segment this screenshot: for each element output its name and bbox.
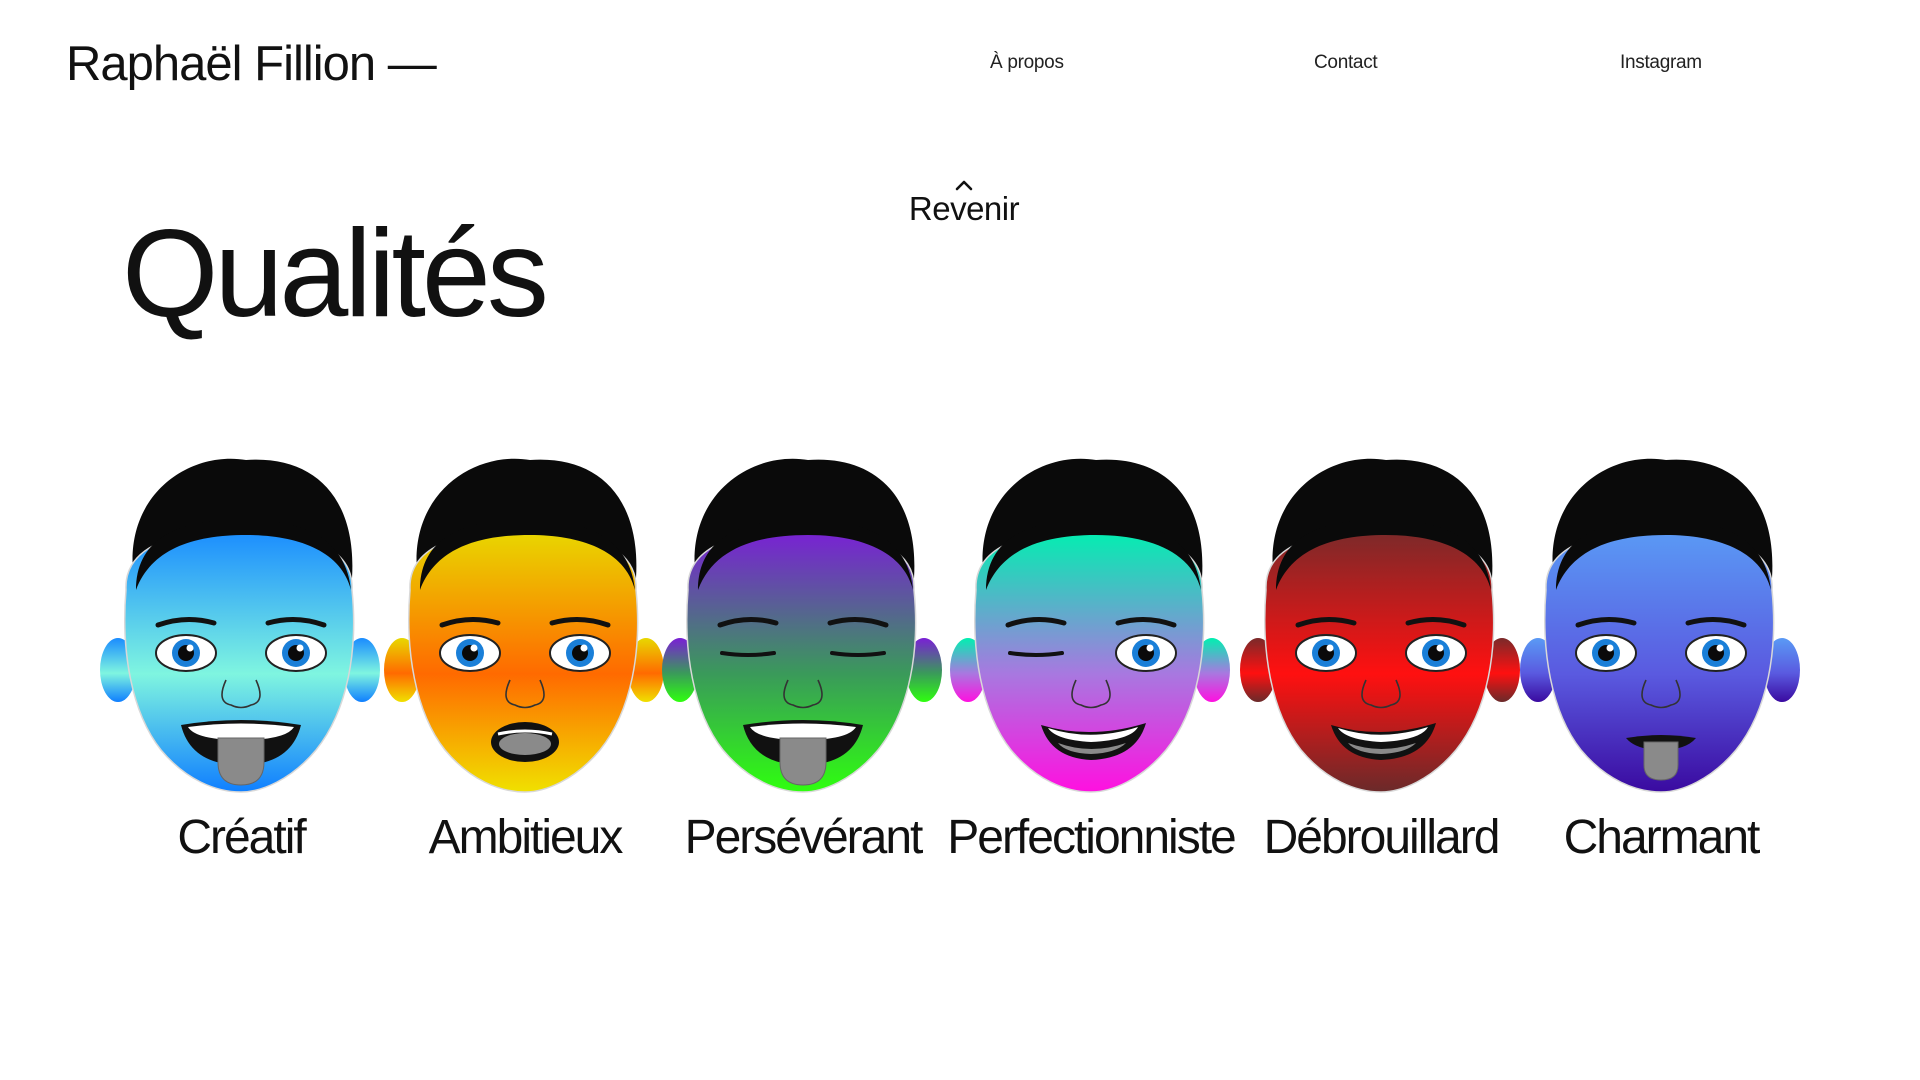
main-nav: À propos Contact Instagram bbox=[0, 52, 1920, 82]
eye-highlight bbox=[1146, 644, 1154, 652]
eye-closed bbox=[1008, 651, 1064, 657]
eye-highlight bbox=[1716, 644, 1724, 652]
face-card[interactable]: Perfectionniste bbox=[946, 440, 1237, 880]
eye-highlight bbox=[296, 644, 304, 652]
eye-highlight bbox=[580, 644, 588, 652]
face-card[interactable]: Créatif bbox=[96, 440, 386, 880]
face-card[interactable]: Persévérant bbox=[658, 440, 948, 880]
page: Raphaël Fillion — À propos Contact Insta… bbox=[0, 0, 1920, 1080]
face-card[interactable]: Ambitieux bbox=[380, 440, 670, 880]
eye-highlight bbox=[1326, 644, 1334, 652]
face-illustration bbox=[662, 458, 942, 793]
eye-highlight bbox=[186, 644, 194, 652]
nav-link-contact[interactable]: Contact bbox=[1314, 52, 1378, 74]
face-illustration bbox=[1520, 458, 1800, 793]
back-button[interactable]: Revenir bbox=[904, 178, 1024, 228]
tongue bbox=[499, 733, 551, 755]
back-label: Revenir bbox=[908, 190, 1020, 227]
eye-closed bbox=[830, 651, 886, 657]
eye-highlight bbox=[1606, 644, 1614, 652]
face-illustration bbox=[384, 458, 664, 793]
face-card[interactable]: Débrouillard bbox=[1236, 440, 1526, 880]
eye-closed bbox=[720, 651, 776, 657]
qualities-faces: Créatif Ambitieux Persévérant Perfectionnis… bbox=[96, 440, 1816, 880]
nav-link-instagram[interactable]: Instagram bbox=[1620, 52, 1702, 74]
face-illustration bbox=[1240, 458, 1520, 793]
face-illustration bbox=[950, 458, 1230, 793]
tongue bbox=[217, 737, 265, 786]
nav-link-about[interactable]: À propos bbox=[990, 52, 1064, 74]
tongue bbox=[1643, 741, 1679, 781]
page-title: Qualités bbox=[122, 205, 549, 343]
tongue bbox=[779, 737, 827, 786]
face-illustration bbox=[100, 458, 380, 793]
face-card[interactable]: Charmant bbox=[1516, 440, 1806, 880]
eye-highlight bbox=[1436, 644, 1444, 652]
quality-label: Charmant bbox=[1563, 811, 1761, 864]
eye-highlight bbox=[470, 644, 478, 652]
